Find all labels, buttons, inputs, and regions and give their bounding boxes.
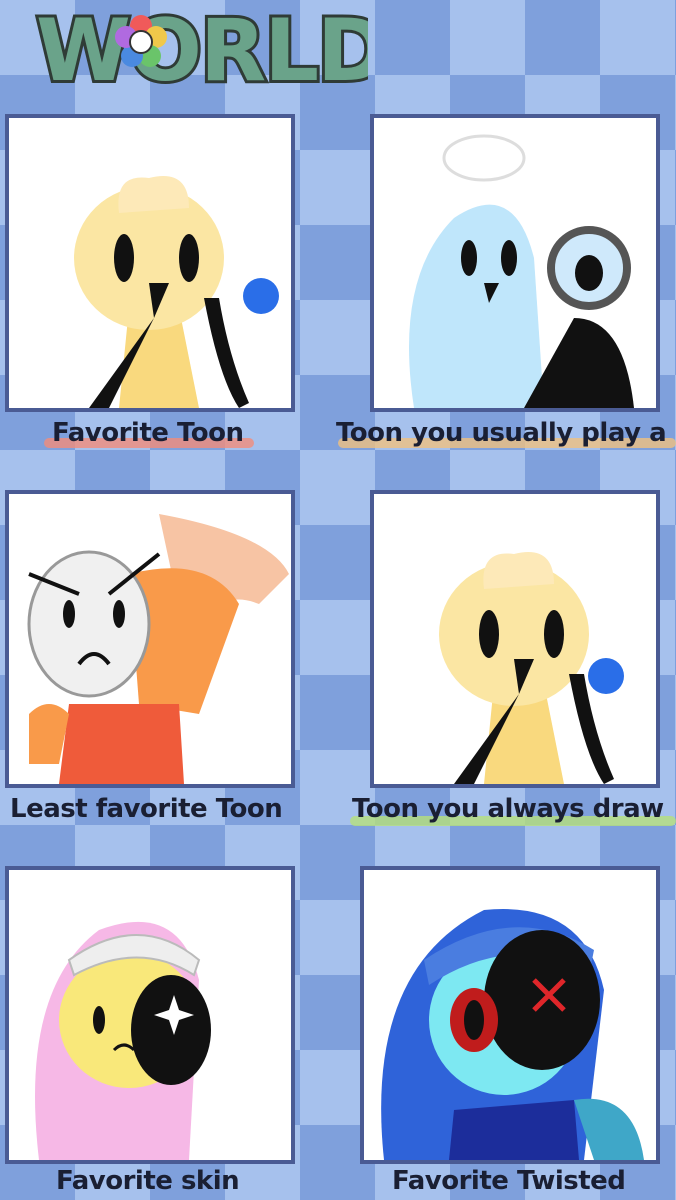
- caption-least-favorite-toon: Least favorite Toon: [10, 794, 283, 824]
- grumpy-toon-image: [27, 514, 289, 784]
- game-logo: WORLD: [28, 0, 368, 92]
- caption-favorite-toon: Favorite Toon: [52, 418, 244, 448]
- panel-favorite-skin: [5, 866, 295, 1164]
- twisted-toon-image: [381, 909, 644, 1160]
- caption-usual-toon: Toon you usually play a: [336, 418, 667, 448]
- panel-least-favorite-toon: [5, 490, 295, 788]
- caption-favorite-twisted: Favorite Twisted: [392, 1166, 626, 1196]
- panel-favorite-toon: [5, 114, 295, 412]
- ghost-toon-image: [409, 134, 634, 408]
- yellow-toon-image: [439, 552, 624, 784]
- yellow-toon-image: [74, 176, 279, 408]
- caption-favorite-skin: Favorite skin: [56, 1166, 240, 1196]
- panel-always-draw-toon: [370, 490, 660, 788]
- pink-hood-toon-image: [35, 921, 211, 1160]
- caption-always-draw-toon: Toon you always draw: [352, 794, 664, 824]
- panel-usual-toon: [370, 114, 660, 412]
- panel-favorite-twisted: [360, 866, 660, 1164]
- logo-text: WORLD: [36, 1, 368, 92]
